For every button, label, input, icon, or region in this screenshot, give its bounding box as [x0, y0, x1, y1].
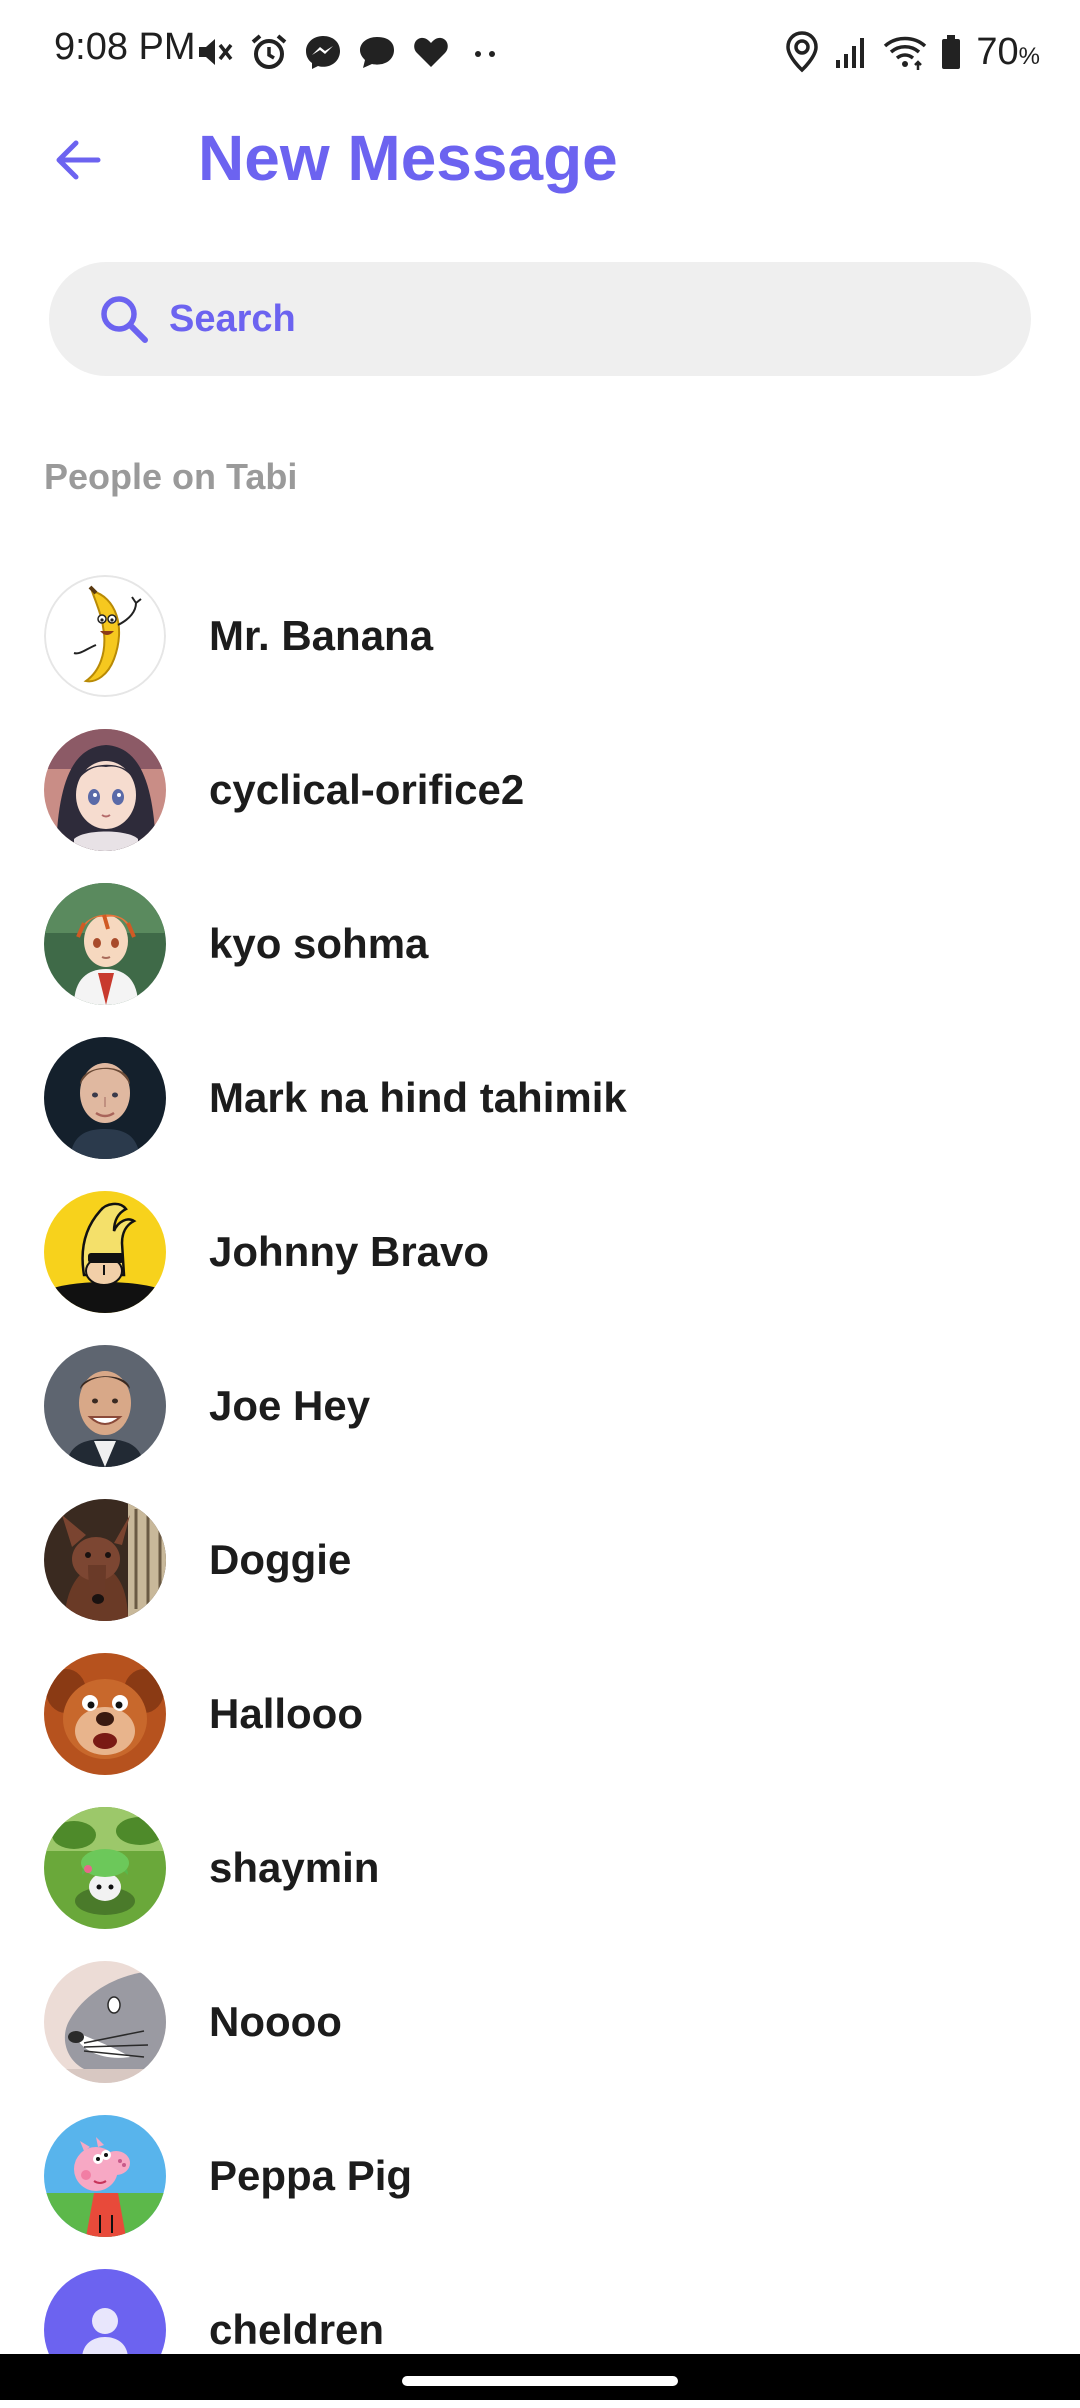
anime-girl-avatar	[44, 729, 166, 851]
cartoon-rabbit-avatar	[44, 1961, 166, 2083]
cartoon-pig-avatar	[44, 2115, 166, 2237]
chat-bubble-icon	[357, 32, 397, 72]
contact-name: kyo sohma	[209, 920, 429, 967]
app-bar: New Message	[0, 100, 1080, 220]
heart-icon	[411, 32, 451, 72]
contact-name: Noooo	[209, 1998, 342, 2045]
contact-name: cyclical-orifice2	[209, 766, 525, 813]
home-gesture-handle[interactable]	[402, 2376, 678, 2386]
contact-row[interactable]: Mark na hind tahimik	[0, 1022, 1080, 1176]
contact-name: Joe Hey	[209, 1382, 371, 1429]
smiling-man-avatar	[44, 1345, 166, 1467]
contact-row[interactable]: Doggie	[0, 1484, 1080, 1638]
contact-name: cheldren	[209, 2306, 385, 2353]
contact-name: Peppa Pig	[209, 2152, 413, 2199]
more-dots-icon	[465, 32, 505, 72]
search-input[interactable]	[169, 262, 989, 376]
pokemon-avatar	[44, 1807, 166, 1929]
contact-name: Mark na hind tahimik	[209, 1074, 627, 1121]
contact-row[interactable]: Joe Hey	[0, 1330, 1080, 1484]
back-button[interactable]	[40, 122, 116, 198]
status-bar: 9:08 PM 70%	[0, 0, 1080, 100]
messenger-icon	[303, 32, 343, 72]
man-portrait-avatar	[44, 1037, 166, 1159]
banana-avatar	[44, 575, 166, 697]
location-icon	[782, 30, 822, 74]
status-time: 9:08 PM	[54, 26, 196, 68]
anime-boy-avatar	[44, 883, 166, 1005]
battery-percentage: 70%	[976, 30, 1040, 73]
signal-icon	[834, 32, 870, 72]
contact-row[interactable]: shaymin	[0, 1792, 1080, 1946]
back-arrow-icon	[56, 140, 101, 180]
section-header: People on Tabi	[44, 456, 298, 497]
contact-row[interactable]: Johnny Bravo	[0, 1176, 1080, 1330]
search-icon	[101, 296, 148, 343]
dog-avatar	[44, 1499, 166, 1621]
cartoon-character-avatar	[44, 1191, 166, 1313]
mute-icon	[195, 32, 235, 72]
system-icons: 70%	[782, 28, 1040, 76]
search-bar[interactable]	[49, 262, 1031, 376]
notification-icons	[195, 28, 505, 76]
contact-row[interactable]: cyclical-orifice2	[0, 714, 1080, 868]
contact-list: Mr. Banana cyclical-orifice2 kyo sohma M…	[0, 560, 1080, 2408]
contact-row[interactable]: Noooo	[0, 1946, 1080, 2100]
contact-row[interactable]: Peppa Pig	[0, 2100, 1080, 2254]
contact-row[interactable]: Hallooo	[0, 1638, 1080, 1792]
contact-row[interactable]: kyo sohma	[0, 868, 1080, 1022]
contact-name: Johnny Bravo	[209, 1228, 490, 1275]
contact-name: Mr. Banana	[209, 612, 434, 659]
navigation-bar	[0, 2354, 1080, 2400]
contact-name: Doggie	[209, 1536, 352, 1583]
contact-row[interactable]: Mr. Banana	[0, 560, 1080, 714]
battery-icon	[940, 32, 962, 72]
contact-name: Hallooo	[209, 1690, 363, 1737]
page-title: New Message	[198, 122, 618, 194]
cartoon-mouse-avatar	[44, 1653, 166, 1775]
alarm-icon	[249, 32, 289, 72]
contact-name: shaymin	[209, 1844, 380, 1891]
wifi-icon	[882, 32, 928, 72]
